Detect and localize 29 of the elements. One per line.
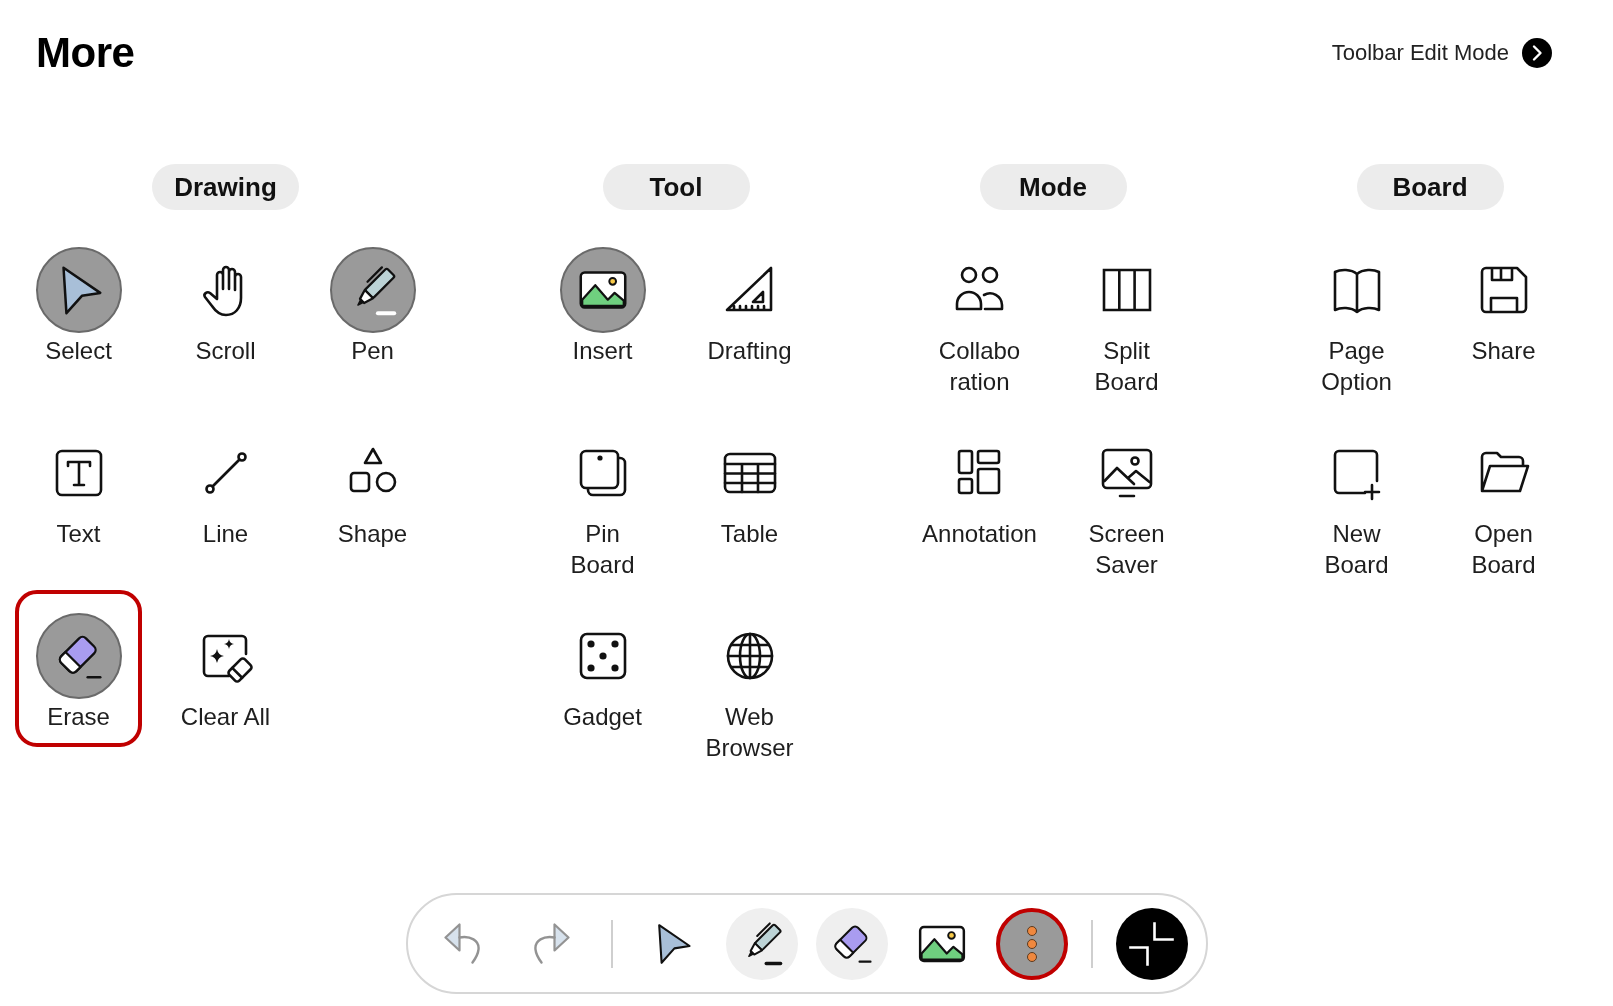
menu-item[interactable]: Pin Board <box>539 407 666 586</box>
toolbar-edit-mode-button[interactable]: Toolbar Edit Mode <box>1331 38 1552 68</box>
menu-item[interactable]: Collabo ration <box>916 224 1043 403</box>
menu-item[interactable]: Select <box>15 224 142 372</box>
page-title: More <box>36 29 135 77</box>
category-label: Mode <box>979 164 1127 210</box>
menu-item[interactable]: Split Board <box>1063 224 1190 403</box>
menu-item[interactable]: Drafting <box>686 224 813 372</box>
menu-item[interactable]: Annotation <box>910 407 1049 555</box>
chevron-right-icon <box>1522 38 1552 68</box>
menu-item[interactable]: Line <box>162 407 289 555</box>
menu-item[interactable]: Page Option <box>1293 224 1420 403</box>
menu-item[interactable]: Gadget <box>539 590 666 738</box>
menu-item[interactable]: New Board <box>1293 407 1420 586</box>
menu-item[interactable]: Insert <box>539 224 666 372</box>
menu-item[interactable]: Open Board <box>1440 407 1567 586</box>
menu-item[interactable]: Share <box>1440 224 1567 372</box>
menu-item[interactable]: Erase <box>15 590 142 747</box>
category-label: Tool <box>602 164 750 210</box>
menu-item[interactable]: Web Browser <box>686 590 813 769</box>
menu-item[interactable]: Text <box>15 407 142 555</box>
menu-item[interactable]: Table <box>686 407 813 555</box>
category-label: Drawing <box>152 164 299 210</box>
menu-item[interactable]: Clear All <box>162 590 289 738</box>
menu-item[interactable]: Pen <box>309 224 436 372</box>
menu-item[interactable]: Shape <box>309 407 436 555</box>
menu-item[interactable]: Scroll <box>162 224 289 372</box>
category-label: Board <box>1356 164 1504 210</box>
menu-item[interactable]: Screen Saver <box>1063 407 1190 586</box>
